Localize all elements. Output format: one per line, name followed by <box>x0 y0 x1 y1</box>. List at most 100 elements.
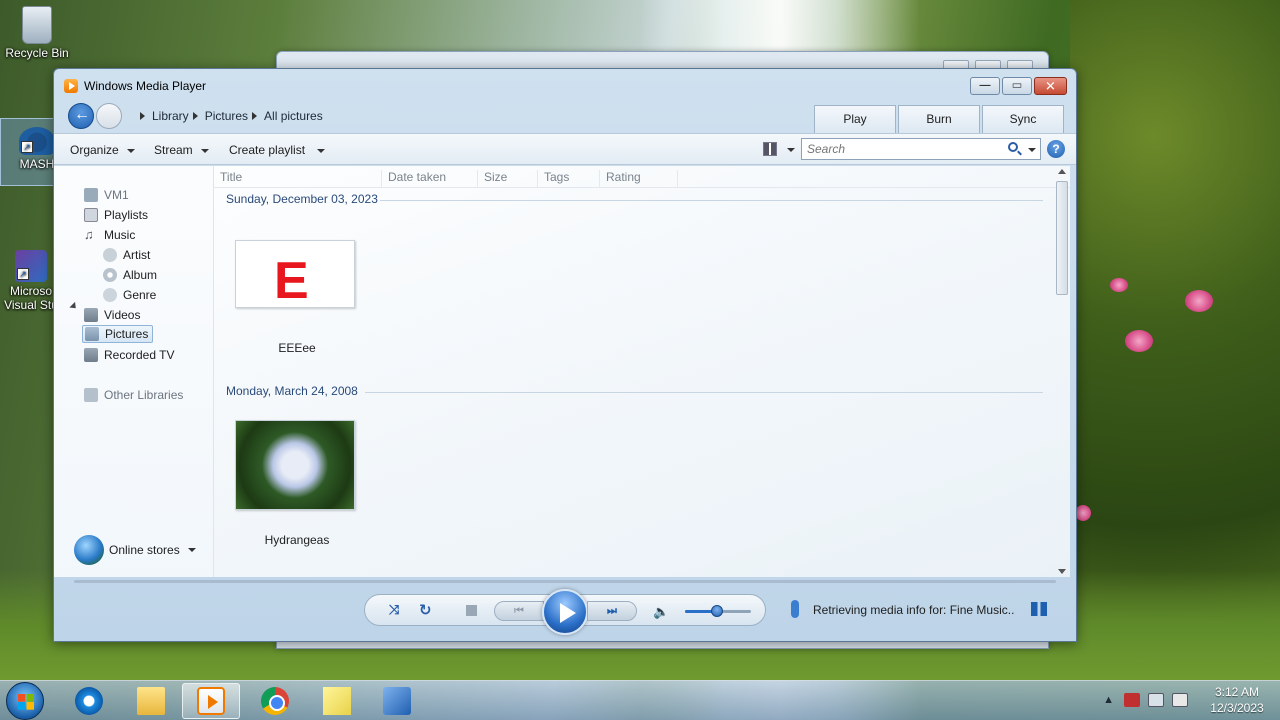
help-icon[interactable]: ? <box>1047 140 1065 158</box>
sidebar-item-label: Album <box>123 268 158 282</box>
sidebar-item-label: VM1 <box>104 188 129 202</box>
sidebar-item-playlists[interactable]: Playlists <box>84 206 148 224</box>
close-button[interactable]: ✕ <box>1034 77 1067 95</box>
group-divider <box>365 392 1043 393</box>
sidebar-item-other-libraries[interactable]: Other Libraries <box>84 386 183 404</box>
switch-to-now-playing-icon[interactable] <box>1031 602 1047 616</box>
tab-play[interactable]: Play <box>814 105 896 133</box>
title-bar[interactable]: Windows Media Player — ▭ ✕ <box>54 69 1076 99</box>
forward-button[interactable] <box>96 103 122 129</box>
picture-thumbnail[interactable]: E <box>235 240 355 308</box>
wmp-window[interactable]: Windows Media Player — ▭ ✕ Library Pictu… <box>53 68 1077 642</box>
organize-menu[interactable]: Organize <box>70 143 135 157</box>
search-input[interactable] <box>802 139 1002 159</box>
view-options-icon[interactable] <box>763 142 777 156</box>
volume-knob[interactable] <box>710 605 723 617</box>
breadcrumb-separator-icon <box>192 112 198 120</box>
action-center-icon[interactable] <box>1124 693 1140 707</box>
column-header-size[interactable]: Size <box>478 170 538 188</box>
previous-button[interactable]: ⏮ <box>494 601 544 621</box>
next-button[interactable]: ⏭ <box>587 601 637 621</box>
play-button[interactable] <box>542 589 588 635</box>
volume-icon[interactable]: 🔈 <box>653 604 669 619</box>
taskbar-app-windows-media-player[interactable] <box>182 683 240 719</box>
tab-burn[interactable]: Burn <box>898 105 980 133</box>
minimize-button[interactable]: — <box>970 77 1000 95</box>
close-icon: ✕ <box>1045 78 1056 94</box>
scroll-up-icon[interactable] <box>1058 169 1066 174</box>
taskbar-app-chrome[interactable] <box>246 683 304 719</box>
sidebar-item-music[interactable]: ♫ Music <box>84 226 135 244</box>
scrollbar-thumb[interactable] <box>1056 181 1068 295</box>
picture-thumbnail[interactable] <box>235 420 355 510</box>
chevron-down-icon[interactable] <box>787 148 795 152</box>
internet-explorer-icon <box>75 687 103 715</box>
taskbar-app-internet-explorer[interactable] <box>60 683 118 719</box>
sidebar-item-recorded-tv[interactable]: Recorded TV <box>84 346 174 364</box>
taskbar-app-windows-explorer[interactable] <box>122 683 180 719</box>
seek-bar[interactable] <box>74 580 1056 583</box>
sidebar-item-label: Videos <box>104 308 141 322</box>
chevron-down-icon[interactable] <box>1028 148 1036 152</box>
stream-menu[interactable]: Stream <box>154 143 209 157</box>
column-header-tags[interactable]: Tags <box>538 170 600 188</box>
sidebar-item-artist[interactable]: Artist <box>103 246 150 264</box>
column-header-title[interactable]: Title <box>214 170 382 188</box>
status-text: Retrieving media info for: Fine Music.. <box>813 603 1015 617</box>
column-header-rating[interactable]: Rating <box>600 170 678 188</box>
sidebar-item-label: Pictures <box>105 327 149 341</box>
breadcrumb-separator-icon <box>252 112 258 120</box>
sidebar-item-vm1[interactable]: VM1 <box>84 186 129 204</box>
online-stores-button[interactable]: Online stores <box>74 535 196 565</box>
minimize-icon: — <box>979 79 991 92</box>
network-status-icon[interactable] <box>1148 693 1164 707</box>
search-icon[interactable] <box>1008 142 1018 152</box>
volume-slider[interactable] <box>685 605 751 617</box>
breadcrumb-pictures[interactable]: Pictures <box>205 109 248 123</box>
repeat-icon[interactable]: ↻ <box>419 601 432 619</box>
sidebar-item-label: Genre <box>123 288 157 302</box>
sidebar-item-pictures[interactable]: Pictures <box>82 325 154 343</box>
vm-icon <box>84 188 98 202</box>
shortcut-arrow-icon: ↗ <box>17 268 29 280</box>
taskbar-app-network-tool[interactable] <box>368 683 426 719</box>
breadcrumb-all-pictures[interactable]: All pictures <box>264 109 323 123</box>
sidebar-item-genre[interactable]: Genre <box>103 286 156 304</box>
player-controls: ⤨ ↻ ⏮ ⏭ 🔈 <box>364 589 766 635</box>
artist-icon <box>103 248 117 262</box>
sidebar-item-album[interactable]: Album <box>103 266 157 284</box>
thumbnail-letter: E <box>274 252 309 310</box>
start-button[interactable] <box>6 682 44 720</box>
flower-shape <box>1185 290 1213 312</box>
online-stores-label: Online stores <box>109 543 180 557</box>
taskbar-app-sticky-notes[interactable] <box>308 683 366 719</box>
show-hidden-icons-icon[interactable]: ▲ <box>1103 694 1114 706</box>
wmp-app-icon <box>64 79 78 93</box>
volume-muted-icon[interactable] <box>1172 693 1188 707</box>
group-header-date: Sunday, December 03, 2023 <box>226 192 378 206</box>
picture-caption[interactable]: Hydrangeas <box>237 533 357 547</box>
mash-icon: ↗ <box>19 127 55 155</box>
breadcrumb-library[interactable]: Library <box>152 109 189 123</box>
sidebar-item-label: Recorded TV <box>104 348 175 362</box>
vertical-scrollbar[interactable] <box>1055 167 1069 576</box>
shuffle-icon[interactable]: ⤨ <box>389 602 399 618</box>
picture-caption[interactable]: EEEee <box>237 341 357 355</box>
stop-button[interactable] <box>466 605 477 616</box>
library-content: Title Date taken Size Tags Rating Sunday… <box>214 166 1070 577</box>
tv-icon <box>84 348 98 362</box>
desktop-icon-recycle-bin[interactable]: Recycle Bin <box>0 6 74 60</box>
chrome-icon <box>261 687 289 715</box>
maximize-button[interactable]: ▭ <box>1002 77 1032 95</box>
create-playlist-menu[interactable]: Create playlist <box>229 143 326 157</box>
sidebar-item-videos[interactable]: Videos <box>84 306 140 324</box>
tab-sync[interactable]: Sync <box>982 105 1064 133</box>
group-divider <box>380 200 1043 201</box>
back-button[interactable] <box>68 103 94 129</box>
system-clock[interactable]: 3:12 AM 12/3/2023 <box>1202 684 1272 716</box>
column-header-date-taken[interactable]: Date taken <box>382 170 478 188</box>
sidebar-item-label: Music <box>104 228 136 242</box>
expand-arrow-icon[interactable] <box>69 301 79 312</box>
visual-studio-icon: ↗ <box>15 250 47 282</box>
scroll-down-icon[interactable] <box>1058 569 1066 574</box>
